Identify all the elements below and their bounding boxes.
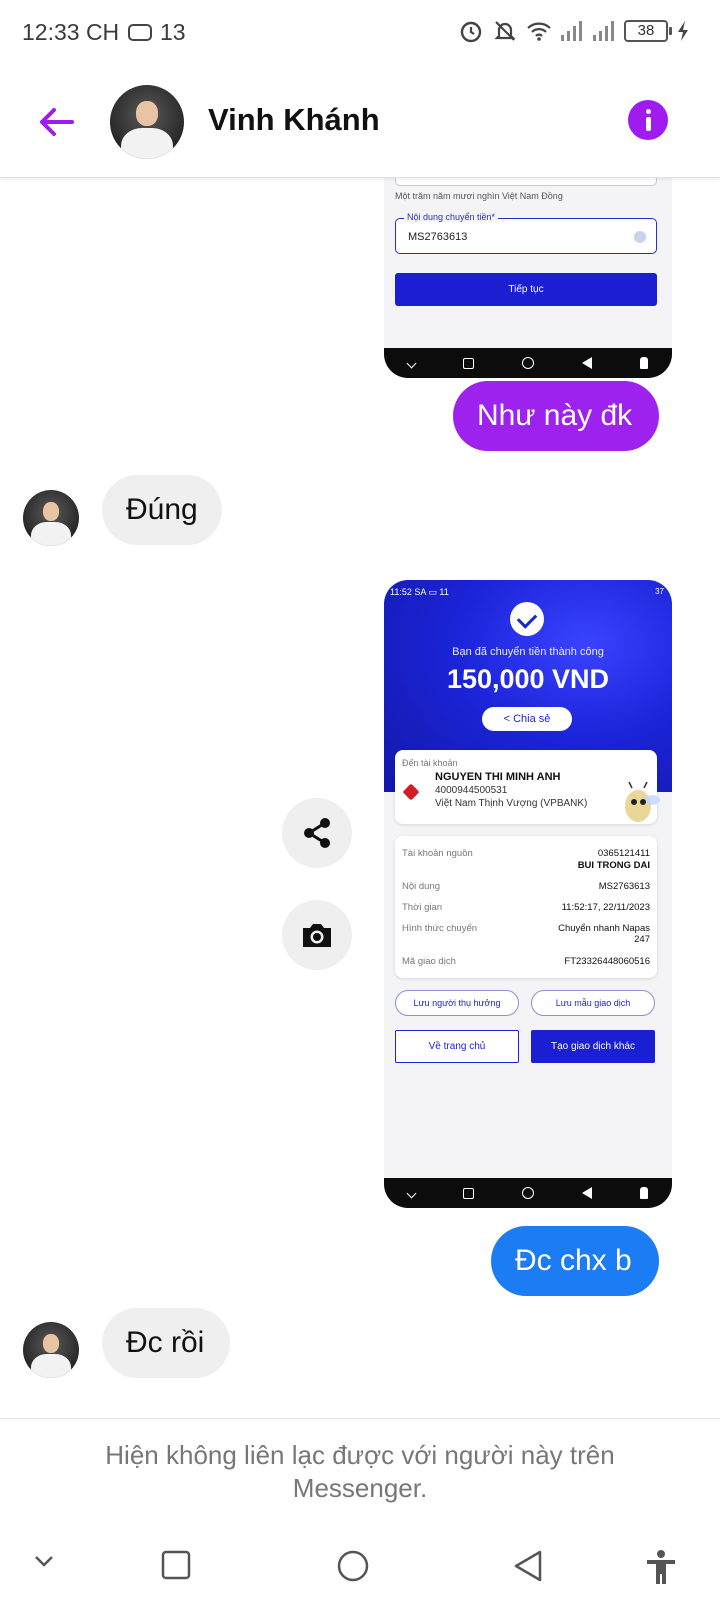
message-bubble-incoming[interactable]: Đúng (102, 475, 222, 545)
accessibility-icon (640, 357, 648, 369)
nav-accessibility-button[interactable] (644, 1549, 678, 1590)
nav-recents-button[interactable] (160, 1549, 192, 1586)
message-list[interactable]: Một trăm năm mươi nghìn Việt Nam Đồng Nộ… (0, 178, 720, 1418)
message-bubble-outgoing[interactable]: Như này đk (453, 381, 659, 451)
triangle-back-icon (582, 357, 592, 369)
contact-name[interactable]: Vinh Khánh (208, 102, 380, 138)
nav-home-button[interactable] (336, 1549, 370, 1588)
continue-button: Tiếp tục (395, 273, 657, 306)
unavailable-notice: Hiện không liên lạc được với người này t… (105, 1440, 615, 1503)
battery-level: 38 (637, 22, 655, 39)
transfer-content-field: Nội dung chuyển tiền* MS2763613 (395, 212, 657, 254)
circle-icon (522, 1187, 534, 1199)
chevron-down-icon (35, 1556, 53, 1567)
contact-avatar-small[interactable] (23, 1322, 79, 1378)
chevron-down-icon (406, 358, 417, 368)
triangle-back-icon (582, 1187, 592, 1199)
circle-icon (337, 1550, 369, 1582)
chevron-down-icon (406, 1188, 417, 1198)
amount-in-words: Một trăm năm mươi nghìn Việt Nam Đồng (395, 191, 563, 201)
share-pill: < Chia sẻ (482, 707, 572, 731)
triangle-back-icon (514, 1550, 542, 1582)
square-icon (463, 1187, 474, 1199)
image-nav-bar (384, 348, 672, 378)
bank-logo-icon (402, 783, 420, 801)
camera-icon (303, 924, 331, 947)
transfer-amount: 150,000 VND (446, 664, 610, 694)
alarm-icon (460, 21, 482, 43)
status-time: 12:33 CH 13 (22, 19, 186, 46)
mascot-icon (625, 781, 660, 822)
field-value: MS2763613 (408, 231, 468, 243)
save-beneficiary-button: Lưu người thụ hưởng (395, 990, 519, 1016)
status-icons: 38 (458, 18, 690, 44)
dest-label: Đến tài khoản (402, 758, 458, 768)
charging-icon (678, 21, 688, 41)
wifi-icon (527, 22, 551, 41)
dest-bank: Việt Nam Thịnh Vượng (VPBANK) (435, 798, 588, 809)
back-arrow-icon (40, 108, 74, 136)
nav-back-button[interactable] (512, 1549, 544, 1588)
clear-icon (634, 231, 646, 243)
info-icon[interactable] (628, 100, 668, 140)
message-notification-icon (127, 24, 152, 41)
nav-collapse-button[interactable] (32, 1549, 56, 1578)
share-label: Chia sẻ (513, 713, 551, 725)
contact-avatar-small[interactable] (23, 490, 79, 546)
clock-text: 12:33 CH (22, 19, 120, 45)
bell-muted-icon (494, 21, 516, 41)
contact-avatar[interactable] (110, 85, 184, 159)
dest-name: NGUYEN THI MINH ANH (435, 771, 561, 783)
shared-image-transfer-form[interactable]: Một trăm năm mươi nghìn Việt Nam Đồng Nộ… (384, 178, 672, 378)
circle-icon (522, 357, 534, 369)
camera-button[interactable] (282, 900, 352, 970)
battery-icon: 38 (624, 20, 672, 42)
share-button[interactable] (282, 798, 352, 868)
dest-account: 4000944500531 (435, 785, 508, 796)
amount-field (395, 178, 657, 186)
image-nav-bar (384, 1178, 672, 1208)
shared-image-transfer-receipt[interactable]: 11:52 SA ▭ 11 37 Bạn đã chuyển tiền thàn… (384, 580, 672, 1208)
home-button: Về trang chủ (395, 1030, 519, 1063)
check-icon (510, 602, 544, 636)
accessibility-icon (640, 1187, 648, 1199)
share-icon: < (503, 713, 511, 725)
square-icon (463, 357, 474, 369)
success-text: Bạn đã chuyển tiền thành công (452, 646, 604, 658)
transaction-details-card: Tài khoản nguồn 0365121411 BUI TRONG DAI… (395, 836, 657, 978)
field-label: Nội dung chuyển tiền* (404, 212, 499, 222)
square-icon (161, 1550, 191, 1580)
accessibility-icon (647, 1550, 675, 1584)
message-bubble-incoming[interactable]: Đc rồi (102, 1308, 230, 1378)
conversation-header: Vinh Khánh (0, 66, 720, 178)
signal-icon-2 (593, 21, 614, 41)
mini-status-battery: 37 (655, 587, 664, 596)
footer: Hiện không liên lạc được với người này t… (0, 1418, 720, 1600)
status-bar: 12:33 CH 13 38 (0, 0, 720, 66)
system-navigation-bar (0, 1531, 720, 1600)
signal-icon (561, 21, 582, 41)
new-transaction-button: Tạo giao dịch khác (531, 1030, 655, 1063)
message-bubble-outgoing[interactable]: Đc chx b (491, 1226, 659, 1296)
mini-status-time: 11:52 SA ▭ 11 (390, 587, 449, 597)
save-template-button: Lưu mẫu giao dịch (531, 990, 655, 1016)
notification-count: 13 (159, 19, 186, 45)
share-icon (304, 818, 330, 848)
back-button[interactable] (34, 100, 78, 144)
